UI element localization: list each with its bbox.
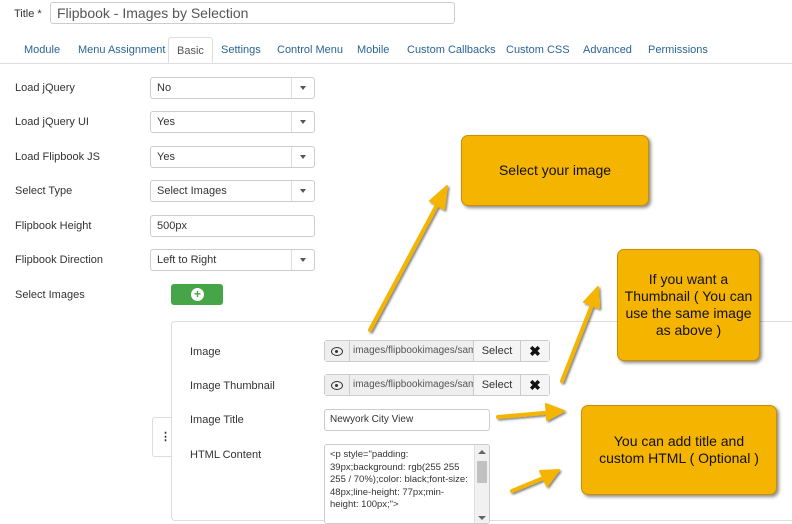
arrow-to-thumbnail: [560, 286, 600, 383]
callout-select-image: Select your image: [461, 135, 649, 206]
callout-title-html: You can add title and custom HTML ( Opti…: [581, 405, 777, 495]
callout-select-image-text: Select your image: [498, 162, 612, 178]
callout-thumbnail: If you want a Thumbnail ( You can use th…: [617, 249, 760, 361]
arrow-to-html: [510, 469, 560, 493]
arrow-to-image: [368, 185, 448, 332]
callout-thumbnail-text: If you want a Thumbnail ( You can use th…: [624, 271, 753, 338]
callout-title-html-text: You can add title and custom HTML ( Opti…: [599, 433, 759, 466]
scroll-down-icon[interactable]: [478, 516, 486, 520]
arrow-to-title: [496, 403, 565, 421]
